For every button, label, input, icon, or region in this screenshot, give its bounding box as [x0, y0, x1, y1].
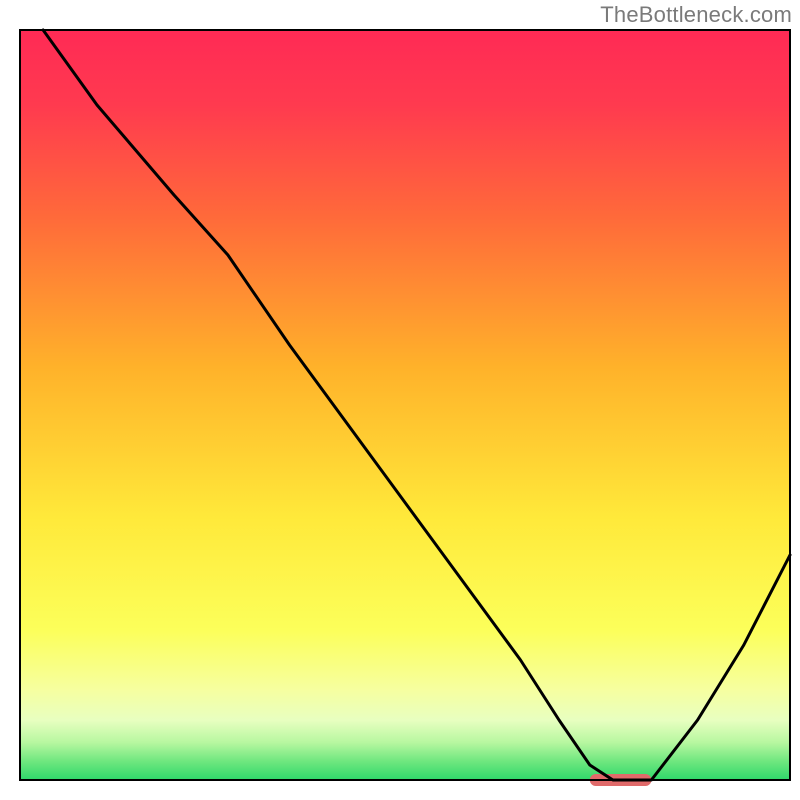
- chart-svg: [0, 0, 800, 800]
- watermark-text: TheBottleneck.com: [600, 2, 792, 28]
- plot-background: [20, 30, 790, 780]
- bottleneck-chart: TheBottleneck.com: [0, 0, 800, 800]
